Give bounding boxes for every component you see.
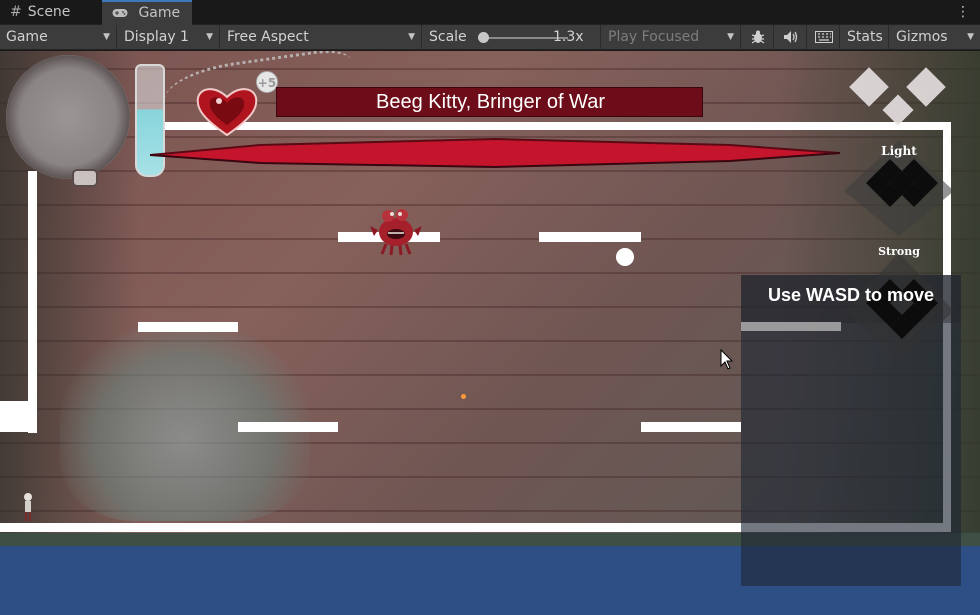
play-mode-value: Play Focused bbox=[608, 29, 700, 45]
element-light-label: Light bbox=[881, 144, 917, 158]
display-value: Display 1 bbox=[124, 29, 189, 45]
platform bbox=[138, 322, 238, 332]
tooltip-progress-bar bbox=[741, 322, 841, 331]
keyboard-icon bbox=[814, 31, 833, 43]
scale-label: Scale bbox=[429, 29, 467, 45]
aspect-dropdown[interactable]: Free Aspect ▼ bbox=[221, 25, 422, 50]
dropdown-caret-icon: ▼ bbox=[408, 32, 415, 42]
tab-game-label: Game bbox=[138, 5, 181, 21]
element-strong-label: Strong bbox=[878, 245, 920, 258]
tab-scene[interactable]: # Scene bbox=[0, 0, 100, 25]
boss-health-bar bbox=[150, 137, 840, 169]
stats-label: Stats bbox=[847, 29, 883, 45]
kebab-icon: ⋮ bbox=[956, 4, 970, 20]
dropdown-caret-icon: ▼ bbox=[103, 32, 110, 42]
scale-value: 1.3x bbox=[553, 29, 584, 45]
heart-icon bbox=[196, 88, 258, 137]
aspect-value: Free Aspect bbox=[227, 29, 309, 45]
boss-name-plate: Beeg Kitty, Bringer of War bbox=[276, 87, 703, 117]
game-toolbar: Game ▼ Display 1 ▼ Free Aspect ▼ Scale 1… bbox=[0, 25, 980, 50]
speaker-icon bbox=[783, 31, 797, 43]
ember-particle bbox=[461, 394, 466, 399]
display-dropdown[interactable]: Display 1 ▼ bbox=[118, 25, 220, 50]
game-viewport[interactable]: +5 Beeg Kitty, Bringer of War Light Stro… bbox=[0, 51, 980, 615]
tab-bar: # Scene Game ⋮ bbox=[0, 0, 980, 25]
level-wall-ledge bbox=[0, 401, 37, 432]
tooltip-text: Use WASD to move bbox=[767, 285, 935, 305]
shortcuts-button[interactable] bbox=[808, 25, 840, 50]
scale-control: Scale 1.3x bbox=[423, 25, 601, 50]
bug-icon bbox=[751, 30, 764, 44]
platform bbox=[641, 422, 741, 432]
boss-gauge-dial bbox=[6, 55, 130, 179]
stats-button[interactable]: Stats bbox=[841, 25, 889, 50]
play-mode-dropdown[interactable]: Play Focused ▼ bbox=[602, 25, 741, 50]
hash-icon: # bbox=[10, 4, 22, 20]
tab-game[interactable]: Game bbox=[102, 0, 192, 25]
view-mode-dropdown[interactable]: Game ▼ bbox=[0, 25, 117, 50]
platform bbox=[238, 422, 338, 432]
strong-element-sigil bbox=[844, 253, 954, 361]
gizmos-dropdown[interactable]: Gizmos ▼ bbox=[890, 25, 980, 50]
gauge-knob bbox=[72, 169, 98, 187]
view-mode-value: Game bbox=[6, 29, 48, 45]
level-wall-left bbox=[28, 171, 37, 433]
boss-name: Beeg Kitty, Bringer of War bbox=[376, 91, 605, 113]
gizmos-label: Gizmos bbox=[896, 29, 948, 45]
player-character-sprite bbox=[24, 493, 32, 521]
stack-count-badge: +5 bbox=[256, 71, 278, 93]
dropdown-caret-icon: ▼ bbox=[206, 32, 213, 42]
mute-audio-button[interactable] bbox=[775, 25, 807, 50]
boss-monster-sprite bbox=[370, 209, 422, 256]
broken-window-decoration bbox=[60, 321, 310, 521]
dropdown-caret-icon: ▼ bbox=[967, 32, 974, 42]
gamepad-icon bbox=[112, 5, 132, 21]
platform bbox=[539, 232, 641, 242]
scale-slider-handle[interactable] bbox=[478, 32, 489, 43]
projectile-orb bbox=[616, 248, 634, 266]
mouse-cursor-icon bbox=[720, 349, 734, 370]
window-menu-button[interactable]: ⋮ bbox=[956, 0, 970, 25]
dropdown-caret-icon: ▼ bbox=[727, 32, 734, 42]
bug-button[interactable] bbox=[742, 25, 774, 50]
unity-editor-game-window: # Scene Game ⋮ Game ▼ Display 1 ▼ Free As… bbox=[0, 0, 980, 615]
tab-scene-label: Scene bbox=[27, 4, 71, 20]
